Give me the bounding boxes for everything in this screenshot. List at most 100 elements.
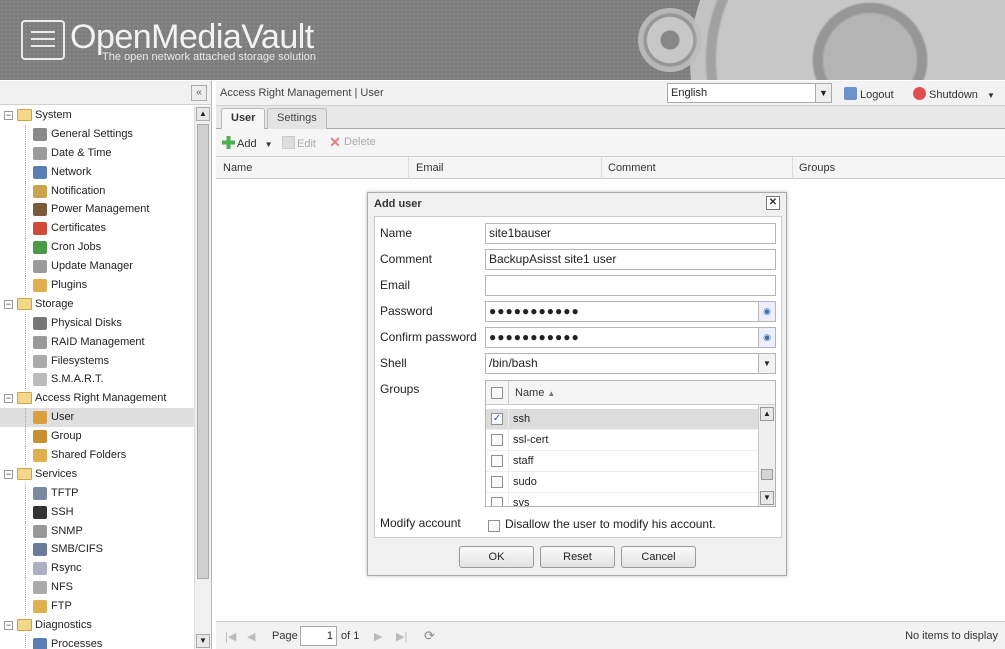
- nav-item-label: Rsync: [51, 562, 82, 575]
- nav-item-shared-folders[interactable]: Shared Folders: [0, 446, 194, 465]
- scroll-thumb[interactable]: [197, 124, 209, 579]
- email-field[interactable]: [485, 275, 776, 296]
- nav-item-raid-management[interactable]: RAID Management: [0, 332, 194, 352]
- logout-button[interactable]: Logout: [844, 87, 894, 101]
- nav-item-smb-cifs[interactable]: SMB/CIFS: [0, 540, 194, 560]
- groups-name-header: Name: [515, 387, 545, 399]
- folder-icon: [17, 109, 32, 121]
- column-email[interactable]: Email: [409, 157, 602, 179]
- collapse-toggle-icon[interactable]: −: [4, 111, 13, 120]
- next-page-icon[interactable]: ▶: [374, 630, 382, 643]
- close-icon[interactable]: ✕: [766, 196, 780, 210]
- nav-item-user[interactable]: User: [0, 408, 194, 428]
- nav-item-group[interactable]: Group: [0, 427, 194, 446]
- password-field[interactable]: ●●●●●●●●●●● ◉: [485, 301, 776, 322]
- show-password-eye-icon[interactable]: ◉: [758, 302, 775, 321]
- collapse-panel-icon[interactable]: «: [191, 85, 207, 101]
- prev-page-icon[interactable]: ◀: [247, 630, 255, 643]
- group-checkbox[interactable]: [491, 455, 503, 467]
- scroll-thumb[interactable]: [761, 469, 773, 480]
- add-button[interactable]: Add ▼: [222, 136, 273, 150]
- group-checkbox[interactable]: [491, 476, 503, 488]
- select-all-checkbox[interactable]: [491, 387, 503, 399]
- name-field[interactable]: site1bauser: [485, 223, 776, 244]
- collapse-toggle-icon[interactable]: −: [4, 299, 13, 309]
- nav-item-storage[interactable]: − Storage: [0, 295, 194, 314]
- groups-name-column[interactable]: Name ▲: [508, 381, 759, 405]
- group-checkbox[interactable]: [491, 434, 503, 446]
- page-label: Page: [272, 630, 298, 642]
- nav-item-rsync[interactable]: Rsync: [0, 559, 194, 579]
- nav-item-update-manager[interactable]: Update Manager: [0, 257, 194, 276]
- group-name: staff: [513, 455, 534, 467]
- ok-button[interactable]: OK: [459, 546, 534, 568]
- nav-item-system[interactable]: − System: [0, 106, 194, 125]
- nav-item-ssh[interactable]: SSH: [0, 502, 194, 522]
- tab-user[interactable]: User: [221, 108, 266, 130]
- app-header: OpenMediaVault The open network attached…: [0, 0, 1005, 80]
- tab-settings[interactable]: Settings: [267, 108, 327, 129]
- nav-item-power-management[interactable]: Power Management: [0, 200, 194, 220]
- nav-item-cron-jobs[interactable]: Cron Jobs: [0, 238, 194, 258]
- collapse-toggle-icon[interactable]: −: [4, 394, 13, 404]
- nav-item-ftp[interactable]: FTP: [0, 597, 194, 616]
- first-page-icon[interactable]: |◀: [225, 630, 236, 643]
- rsync-icon: [33, 562, 47, 576]
- edit-button[interactable]: Edit: [282, 136, 316, 150]
- nav-item-notification[interactable]: Notification: [0, 181, 194, 201]
- last-page-icon[interactable]: ▶|: [396, 630, 407, 643]
- refresh-icon[interactable]: ⟳: [424, 628, 435, 644]
- nav-item-snmp[interactable]: SNMP: [0, 521, 194, 541]
- nav-item-s-m-a-r-t[interactable]: S.M.A.R.T.: [0, 370, 194, 390]
- column-comment[interactable]: Comment: [601, 157, 793, 179]
- nav-item-diagnostics[interactable]: − Diagnostics: [0, 616, 194, 635]
- group-checkbox[interactable]: [491, 497, 503, 506]
- delete-button[interactable]: ✕ Delete: [328, 135, 376, 149]
- nav-item-filesystems[interactable]: Filesystems: [0, 351, 194, 371]
- add-label: Add: [237, 138, 257, 150]
- chevron-down-icon[interactable]: ▼: [815, 84, 831, 102]
- cancel-button[interactable]: Cancel: [621, 546, 696, 568]
- collapse-toggle-icon[interactable]: −: [4, 621, 13, 631]
- groups-scrollbar[interactable]: ▲ ▼: [758, 405, 775, 506]
- plugin-icon: [33, 279, 47, 293]
- nav-item-access-right-management[interactable]: − Access Right Management: [0, 389, 194, 408]
- nav-item-general-settings[interactable]: General Settings: [0, 124, 194, 144]
- nav-item-certificates[interactable]: Certificates: [0, 219, 194, 239]
- nav-item-physical-disks[interactable]: Physical Disks: [0, 313, 194, 333]
- nav-item-plugins[interactable]: Plugins: [0, 276, 194, 295]
- reset-button[interactable]: Reset: [540, 546, 615, 568]
- confirm-password-field[interactable]: ●●●●●●●●●●● ◉: [485, 327, 776, 348]
- nav-item-network[interactable]: Network: [0, 162, 194, 182]
- group-row[interactable]: ssl-cert: [486, 430, 759, 451]
- language-select[interactable]: English ▼: [667, 83, 832, 103]
- group-row[interactable]: staff: [486, 451, 759, 472]
- page-input[interactable]: 1: [300, 626, 337, 646]
- scroll-up-icon[interactable]: ▲: [760, 407, 774, 421]
- nav-item-tftp[interactable]: TFTP: [0, 483, 194, 503]
- shutdown-button[interactable]: Shutdown ▼: [913, 87, 995, 101]
- navigation-panel: « − System General Settings Date & Time Netw…: [0, 81, 212, 649]
- group-row[interactable]: sys: [486, 493, 759, 506]
- group-checkbox[interactable]: ✓: [491, 413, 503, 425]
- chevron-down-icon[interactable]: ▼: [758, 354, 775, 373]
- row-divider: [508, 493, 509, 506]
- nav-item-date-time[interactable]: Date & Time: [0, 143, 194, 163]
- group-row[interactable]: sudo: [486, 472, 759, 493]
- nav-item-services[interactable]: − Services: [0, 465, 194, 484]
- shell-select[interactable]: /bin/bash ▼: [485, 353, 776, 374]
- nav-scrollbar[interactable]: ▲ ▼: [194, 106, 211, 649]
- group-row[interactable]: ✓ ssh: [486, 409, 759, 430]
- disallow-modify-checkbox[interactable]: [488, 520, 500, 532]
- column-groups[interactable]: Groups: [792, 157, 1005, 179]
- column-name[interactable]: Name: [216, 157, 409, 179]
- scroll-up-icon[interactable]: ▲: [196, 107, 210, 121]
- raid-icon: [33, 335, 47, 349]
- show-confirm-eye-icon[interactable]: ◉: [758, 328, 775, 347]
- collapse-toggle-icon[interactable]: −: [4, 469, 13, 479]
- scroll-down-icon[interactable]: ▼: [196, 634, 210, 648]
- scroll-down-icon[interactable]: ▼: [760, 491, 774, 505]
- nav-item-processes[interactable]: Processes: [0, 634, 194, 649]
- comment-field[interactable]: BackupAsisst site1 user: [485, 249, 776, 270]
- nav-item-nfs[interactable]: NFS: [0, 578, 194, 598]
